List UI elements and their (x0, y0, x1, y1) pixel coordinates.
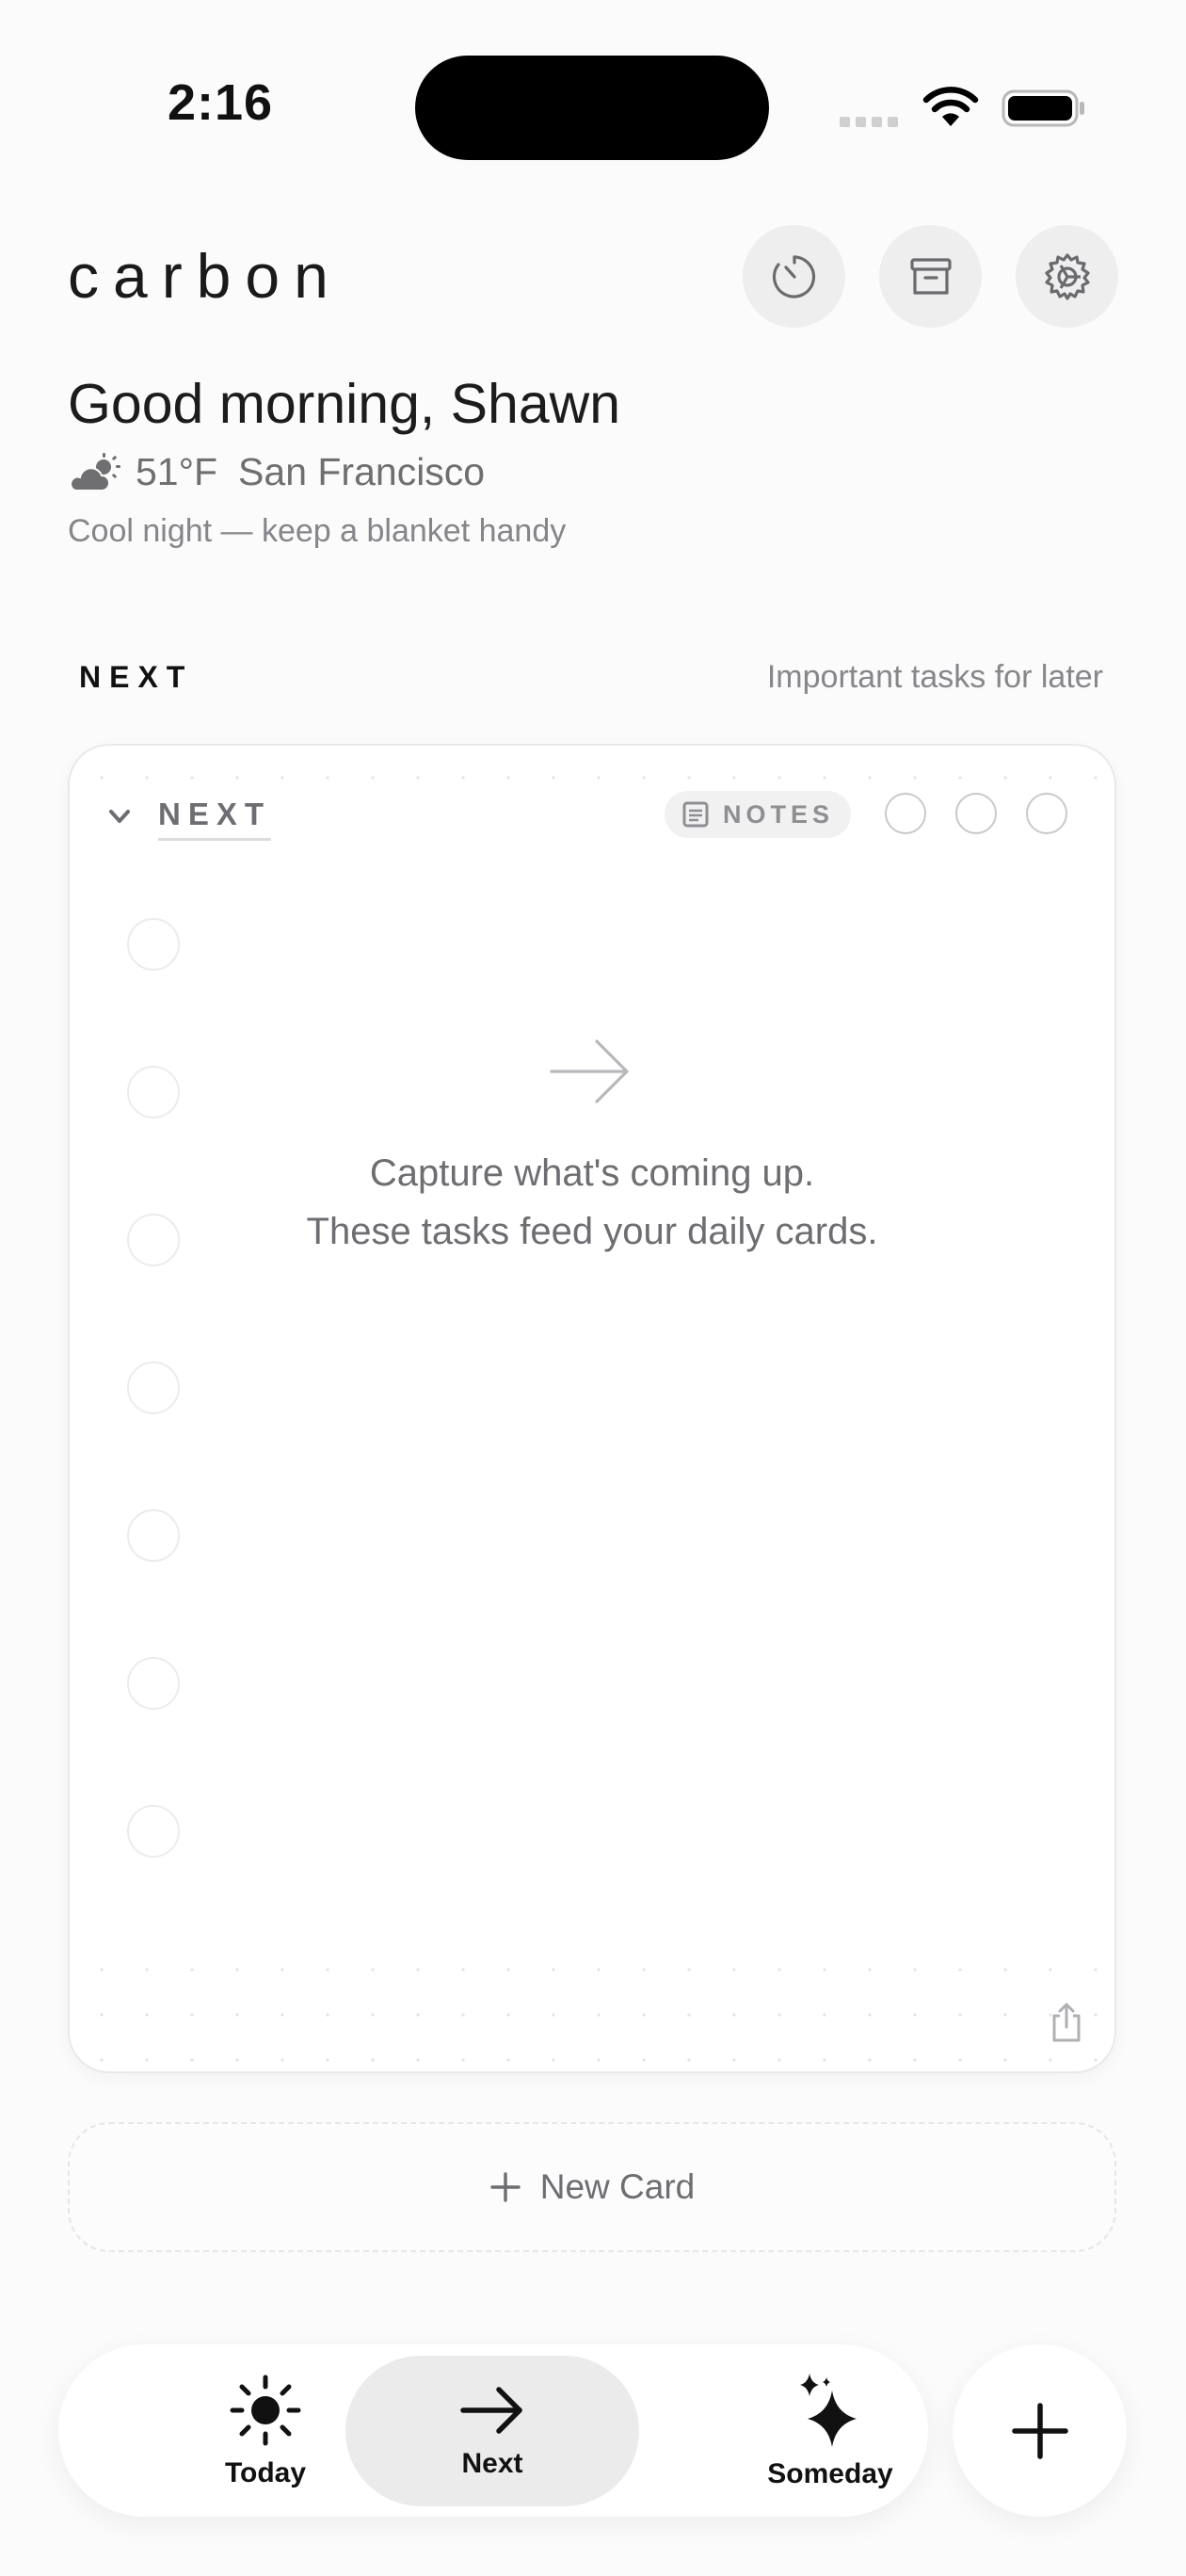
tab-today-label: Today (224, 2457, 307, 2488)
arrow-right-icon (460, 2387, 522, 2434)
card-option-circle[interactable] (955, 793, 997, 834)
tab-next-label: Next (461, 2448, 523, 2479)
gear-icon (1044, 252, 1090, 300)
settings-button[interactable] (1016, 225, 1118, 328)
greeting-title: Good morning, Shawn (68, 373, 621, 435)
weather-row: 51°F San Francisco (68, 450, 485, 494)
plus-icon (490, 2172, 521, 2202)
plus-icon (1011, 2402, 1068, 2459)
task-checkbox[interactable] (127, 1657, 180, 1710)
add-task-button[interactable] (953, 2344, 1127, 2517)
section-subtitle: Important tasks for later (766, 659, 1103, 695)
timer-icon (772, 254, 815, 298)
chevron-down-icon[interactable] (104, 800, 136, 837)
weather-note: Cool night — keep a blanket handy (68, 513, 567, 549)
section-title: NEXT (79, 660, 194, 694)
notes-button[interactable]: NOTES (665, 791, 851, 838)
card-dot-grid-bottom (70, 1938, 1114, 2071)
task-checkbox[interactable] (127, 918, 180, 971)
task-checkbox[interactable] (127, 1361, 180, 1414)
task-checkbox[interactable] (127, 1066, 180, 1119)
card-option-circle[interactable] (1026, 793, 1067, 834)
wifi-icon (922, 85, 979, 128)
timer-button[interactable] (743, 225, 845, 328)
city-name: San Francisco (238, 450, 486, 493)
archive-button[interactable] (879, 225, 982, 328)
app-logo: carbon (68, 241, 343, 311)
status-time: 2:16 (168, 74, 274, 131)
note-icon (682, 801, 709, 828)
temperature: 51°F (136, 450, 218, 493)
sun-icon (230, 2375, 301, 2446)
empty-state-line-1: Capture what's coming up. (369, 1152, 815, 1194)
cellular-signal-icon (840, 115, 906, 128)
tab-someday-label: Someday (767, 2458, 893, 2489)
task-checkbox[interactable] (127, 1805, 180, 1858)
tab-bar: Today Next Someday (58, 2344, 928, 2517)
tab-next[interactable]: Next (345, 2356, 639, 2506)
archive-icon (909, 257, 952, 295)
sparkles-icon (800, 2374, 857, 2447)
tab-today[interactable]: Today (152, 2356, 378, 2506)
card-dot-grid-top (70, 746, 1114, 783)
new-card-button[interactable]: New Card (68, 2122, 1116, 2252)
task-checkbox[interactable] (127, 1509, 180, 1562)
card-title[interactable]: NEXT (158, 797, 272, 841)
empty-state-line-2: These tasks feed your daily cards. (306, 1211, 878, 1252)
battery-icon (1002, 89, 1086, 127)
card-option-circle[interactable] (885, 793, 926, 834)
arrow-right-icon (548, 1038, 633, 1110)
share-icon[interactable] (1049, 2002, 1084, 2048)
cloud-sun-icon (70, 452, 120, 491)
next-card: NEXT NOTES Capture what's coming up. The… (68, 744, 1116, 2073)
new-card-label: New Card (539, 2167, 696, 2206)
notes-label: NOTES (722, 799, 834, 829)
dynamic-island (415, 56, 769, 160)
